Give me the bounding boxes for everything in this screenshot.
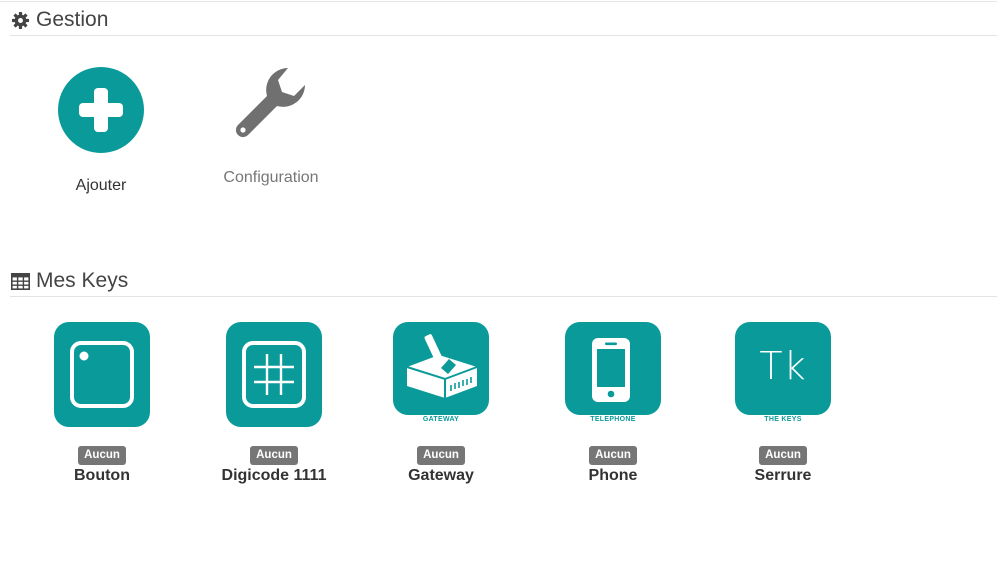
- section-title-text: Mes Keys: [36, 269, 129, 292]
- status-badge: Aucun: [78, 446, 126, 465]
- tile-sublabel: GATEWAY: [422, 416, 460, 423]
- status-badge: Aucun: [417, 446, 465, 465]
- the-keys-logo-icon[interactable]: Tk THE KEYS: [735, 322, 831, 427]
- tile-sublabel: TELEPHONE: [590, 416, 636, 423]
- gateway-icon[interactable]: GATEWAY: [393, 322, 489, 427]
- section-divider: [10, 35, 997, 36]
- section-divider: [10, 296, 997, 297]
- key-name[interactable]: Gateway: [408, 467, 474, 485]
- section-title-gestion: Gestion: [11, 8, 108, 32]
- phone-icon[interactable]: TELEPHONE: [565, 322, 661, 427]
- logo-text: Tk: [759, 344, 807, 388]
- configuration-button[interactable]: Configuration: [208, 66, 334, 187]
- section-title-mes-keys: Mes Keys: [11, 269, 128, 293]
- add-button[interactable]: Ajouter: [50, 67, 152, 195]
- key-name[interactable]: Digicode 1111: [222, 467, 327, 485]
- key-card-phone[interactable]: TELEPHONE Aucun Phone: [548, 322, 678, 485]
- top-divider: [0, 1, 997, 2]
- status-badge: Aucun: [589, 446, 637, 465]
- keypad-grid-icon[interactable]: [226, 322, 322, 427]
- key-name[interactable]: Phone: [589, 467, 638, 485]
- key-card-bouton[interactable]: Aucun Bouton: [37, 322, 167, 485]
- gear-icon: [11, 11, 30, 30]
- key-card-digicode[interactable]: Aucun Digicode 1111: [209, 322, 339, 485]
- key-card-serrure[interactable]: Tk THE KEYS Aucun Serrure: [718, 322, 848, 485]
- key-name[interactable]: Serrure: [755, 467, 812, 485]
- button-square-icon[interactable]: [54, 322, 150, 427]
- add-label[interactable]: Ajouter: [76, 177, 127, 195]
- plus-circle-icon[interactable]: [58, 67, 144, 153]
- tile-sublabel: THE KEYS: [764, 416, 802, 423]
- status-badge: Aucun: [759, 446, 807, 465]
- table-icon: [11, 272, 30, 291]
- wrench-icon[interactable]: [230, 66, 312, 153]
- configuration-label[interactable]: Configuration: [223, 169, 318, 187]
- status-badge: Aucun: [250, 446, 298, 465]
- section-title-text: Gestion: [36, 8, 109, 31]
- key-card-gateway[interactable]: GATEWAY Aucun Gateway: [376, 322, 506, 485]
- key-name[interactable]: Bouton: [74, 467, 130, 485]
